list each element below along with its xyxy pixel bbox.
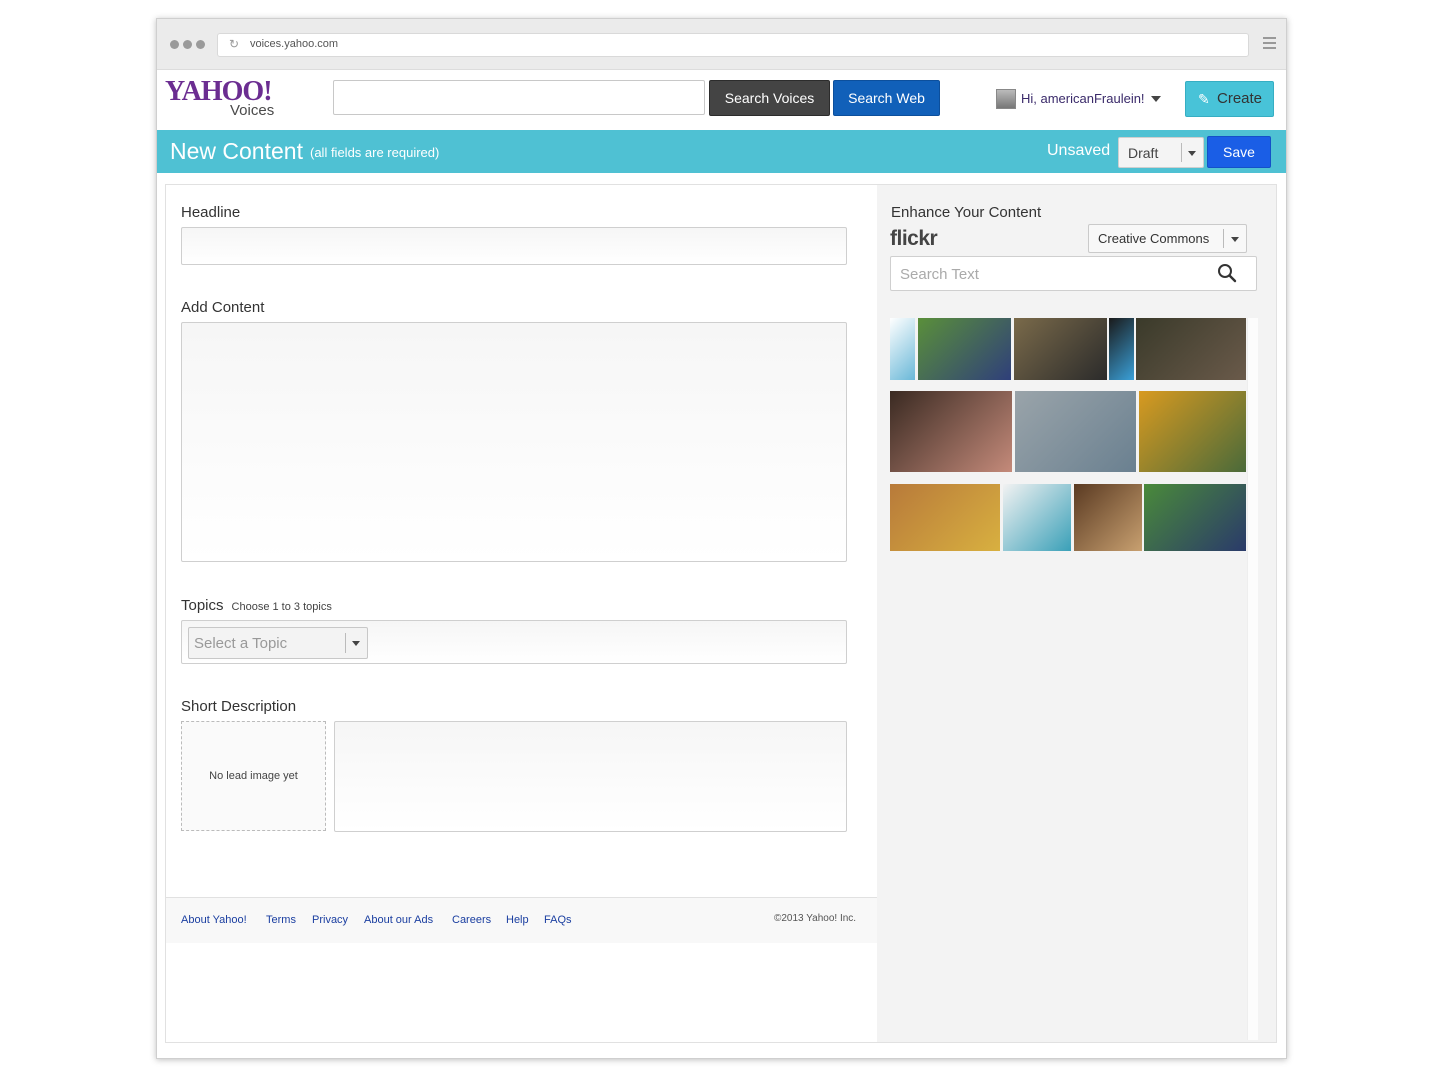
license-select[interactable]: Creative Commons (1088, 224, 1247, 253)
youth-football-photo[interactable] (1144, 484, 1246, 551)
poster-photo[interactable] (1109, 318, 1134, 380)
footer-link-careers[interactable]: Careers (452, 914, 491, 926)
topic-select[interactable]: Select a Topic (188, 627, 368, 659)
football-game-photo[interactable] (918, 318, 1011, 380)
basketball-court-photo[interactable] (1015, 391, 1136, 472)
flickr-logo: flickr (890, 227, 938, 250)
headline-label: Headline (181, 204, 241, 221)
user-greeting[interactable]: Hi, americanFraulein! (1021, 91, 1145, 106)
chevron-down-icon[interactable] (1151, 96, 1161, 102)
create-button-label: Create (1217, 90, 1263, 107)
church-interior-photo[interactable] (1074, 484, 1142, 551)
topics-label: Topics Choose 1 to 3 topics (181, 597, 332, 614)
basketball-hoop-photo[interactable] (1014, 318, 1107, 380)
save-status: Unsaved (1047, 142, 1111, 159)
page-subtitle: (all fields are required) (310, 145, 440, 160)
lead-image-placeholder[interactable]: No lead image yet (181, 721, 326, 831)
footer-link-help[interactable]: Help (506, 914, 529, 926)
window-dot-close[interactable] (170, 40, 179, 49)
welcome-sign-photo[interactable] (890, 318, 915, 380)
reload-icon[interactable]: ↻ (229, 37, 239, 51)
url-text: voices.yahoo.com (250, 38, 339, 50)
footer-link-about-yahoo[interactable]: About Yahoo! (181, 914, 247, 926)
editor-body: Headline Add Content Topics Choose 1 to 3… (165, 184, 1277, 1043)
footer-link-privacy[interactable]: Privacy (312, 914, 348, 926)
school-bus-photo[interactable] (1139, 391, 1246, 472)
pencil-icon: ✎ (1198, 91, 1210, 107)
editor-form: Headline Add Content Topics Choose 1 to 3… (166, 185, 878, 1042)
earrings-photo[interactable] (1003, 484, 1071, 551)
avatar[interactable] (996, 89, 1016, 109)
headline-input[interactable] (181, 227, 847, 265)
copyright: ©2013 Yahoo! Inc. (774, 913, 857, 924)
chevron-down-icon (1231, 237, 1239, 242)
enhance-panel: Enhance Your Content flickr Creative Com… (877, 185, 1276, 1042)
browser-chrome: ↻ voices.yahoo.com (157, 19, 1286, 70)
window-dot-maximize[interactable] (196, 40, 205, 49)
window-dot-minimize[interactable] (183, 40, 192, 49)
save-button[interactable]: Save (1207, 136, 1271, 168)
yahoo-voices-logo[interactable]: YAHOO! Voices (165, 78, 283, 120)
chevron-down-icon (352, 641, 360, 646)
address-bar[interactable]: ↻ voices.yahoo.com (217, 33, 1249, 57)
topics-hint: Choose 1 to 3 topics (231, 601, 332, 613)
content-label: Add Content (181, 299, 265, 316)
search-icon[interactable] (1217, 263, 1237, 283)
footer-link-terms[interactable]: Terms (266, 914, 296, 926)
site-header: YAHOO! Voices Search Voices Search Web H… (157, 70, 1286, 130)
photo-scrollbar[interactable] (1247, 318, 1258, 1040)
license-select-value: Creative Commons (1098, 231, 1210, 246)
status-select-value: Draft (1128, 145, 1159, 161)
flickr-search-input[interactable]: Search Text (890, 256, 1257, 291)
editor-toolbar: New Content (all fields are required) Un… (157, 130, 1286, 173)
footer-link-ads[interactable]: About our Ads (364, 914, 433, 926)
status-select[interactable]: Draft (1118, 137, 1204, 168)
page-title: New Content (170, 138, 303, 164)
mother-child-photo[interactable] (890, 391, 1012, 472)
flickr-search-placeholder: Search Text (900, 266, 979, 283)
chevron-down-icon (1188, 151, 1196, 156)
short-description-textarea[interactable] (334, 721, 847, 832)
short-description-label: Short Description (181, 698, 297, 715)
search-input[interactable] (333, 80, 705, 115)
movie-poster-photo[interactable] (890, 484, 1000, 551)
topics-field[interactable]: Select a Topic (181, 620, 847, 664)
children-sitting-photo[interactable] (1136, 318, 1246, 380)
site-footer: About Yahoo! Terms Privacy About our Ads… (166, 897, 877, 943)
footer-link-faqs[interactable]: FAQs (544, 914, 572, 926)
voices-wordmark: Voices (230, 102, 275, 119)
create-button[interactable]: ✎ Create (1185, 81, 1274, 117)
search-web-button[interactable]: Search Web (833, 80, 940, 116)
browser-menu-icon[interactable] (1263, 37, 1276, 52)
content-textarea[interactable] (181, 322, 847, 562)
topics-label-text: Topics (181, 597, 224, 614)
search-voices-button[interactable]: Search Voices (709, 80, 830, 116)
enhance-title: Enhance Your Content (891, 204, 1042, 221)
topic-select-placeholder: Select a Topic (194, 635, 288, 652)
browser-window: ↻ voices.yahoo.com YAHOO! Voices Search … (156, 18, 1287, 1059)
